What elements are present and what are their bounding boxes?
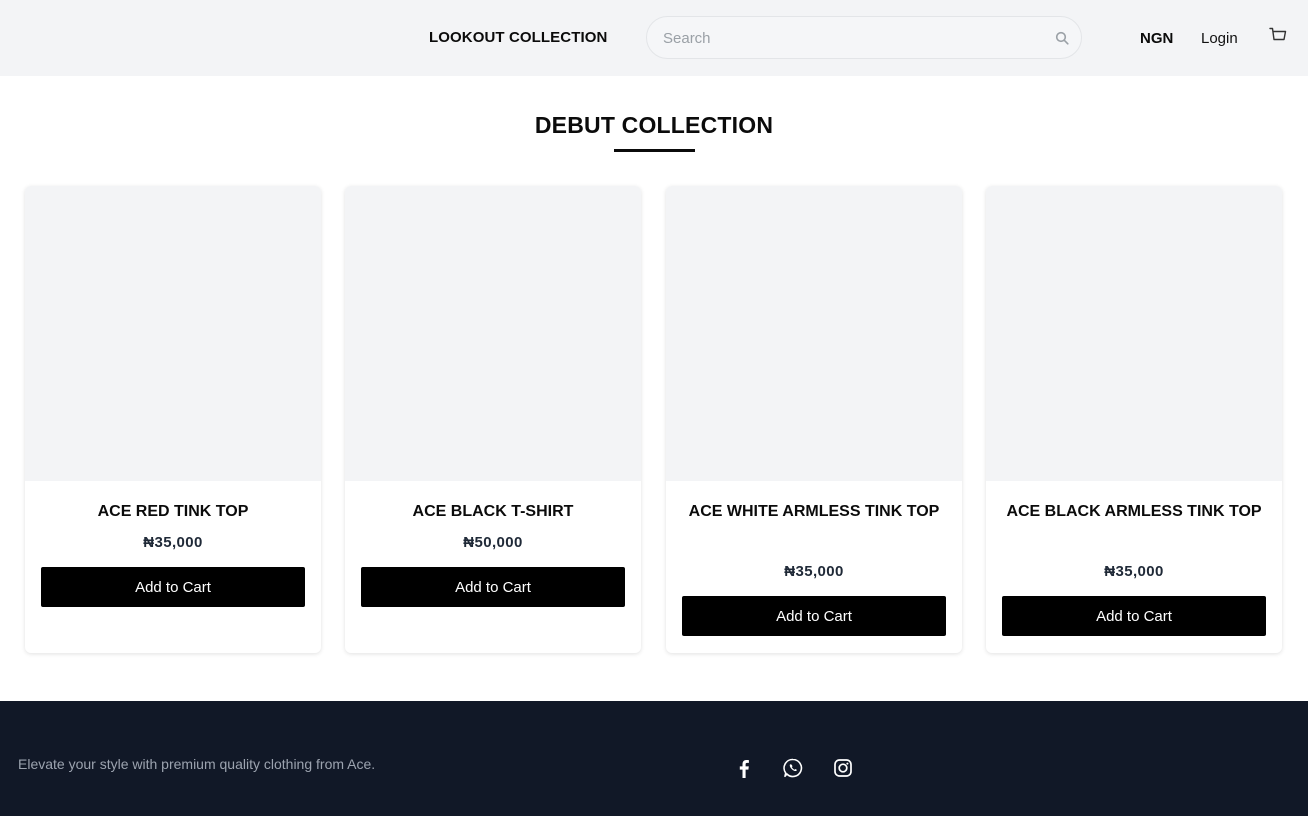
- product-name[interactable]: ACE WHITE ARMLESS TINK TOP: [686, 498, 942, 526]
- product-name[interactable]: ACE BLACK ARMLESS TINK TOP: [1006, 498, 1262, 526]
- add-to-cart-button[interactable]: Add to Cart: [682, 596, 946, 636]
- currency-selector[interactable]: NGN: [1140, 30, 1173, 47]
- brand-logo[interactable]: LOOKOUT COLLECTION: [429, 29, 607, 46]
- footer-tagline: Elevate your style with premium quality …: [18, 756, 376, 772]
- product-card[interactable]: ACE BLACK T-SHIRT ₦50,000 Add to Cart: [345, 186, 641, 653]
- top-navigation-bar: LOOKOUT COLLECTION NGN Login: [0, 0, 1308, 76]
- product-name[interactable]: ACE RED TINK TOP: [45, 498, 301, 526]
- section-title: DEBUT COLLECTION: [534, 112, 774, 138]
- add-to-cart-button[interactable]: Add to Cart: [1002, 596, 1266, 636]
- search-input[interactable]: [663, 28, 1033, 48]
- product-price: ₦50,000: [463, 534, 523, 551]
- product-image[interactable]: [25, 186, 321, 481]
- add-to-cart-button[interactable]: Add to Cart: [41, 567, 305, 607]
- add-to-cart-button[interactable]: Add to Cart: [361, 567, 625, 607]
- product-image[interactable]: [666, 186, 962, 481]
- product-card[interactable]: ACE WHITE ARMLESS TINK TOP ₦35,000 Add t…: [666, 186, 962, 653]
- product-image[interactable]: [986, 186, 1282, 481]
- product-card[interactable]: ACE BLACK ARMLESS TINK TOP ₦35,000 Add t…: [986, 186, 1282, 653]
- instagram-icon[interactable]: [832, 757, 854, 779]
- site-footer: Elevate your style with premium quality …: [0, 701, 1308, 816]
- product-price: ₦35,000: [784, 563, 844, 580]
- search-icon[interactable]: [1055, 31, 1069, 45]
- login-link[interactable]: Login: [1201, 30, 1238, 47]
- product-card[interactable]: ACE RED TINK TOP ₦35,000 Add to Cart: [25, 186, 321, 653]
- whatsapp-icon[interactable]: [782, 757, 804, 779]
- cart-icon[interactable]: [1268, 26, 1288, 46]
- product-name[interactable]: ACE BLACK T-SHIRT: [365, 498, 621, 526]
- search-bar[interactable]: [646, 16, 1082, 59]
- product-image[interactable]: [345, 186, 641, 481]
- title-underline: [614, 149, 695, 152]
- facebook-icon[interactable]: [733, 757, 755, 779]
- product-price: ₦35,000: [143, 534, 203, 551]
- product-price: ₦35,000: [1104, 563, 1164, 580]
